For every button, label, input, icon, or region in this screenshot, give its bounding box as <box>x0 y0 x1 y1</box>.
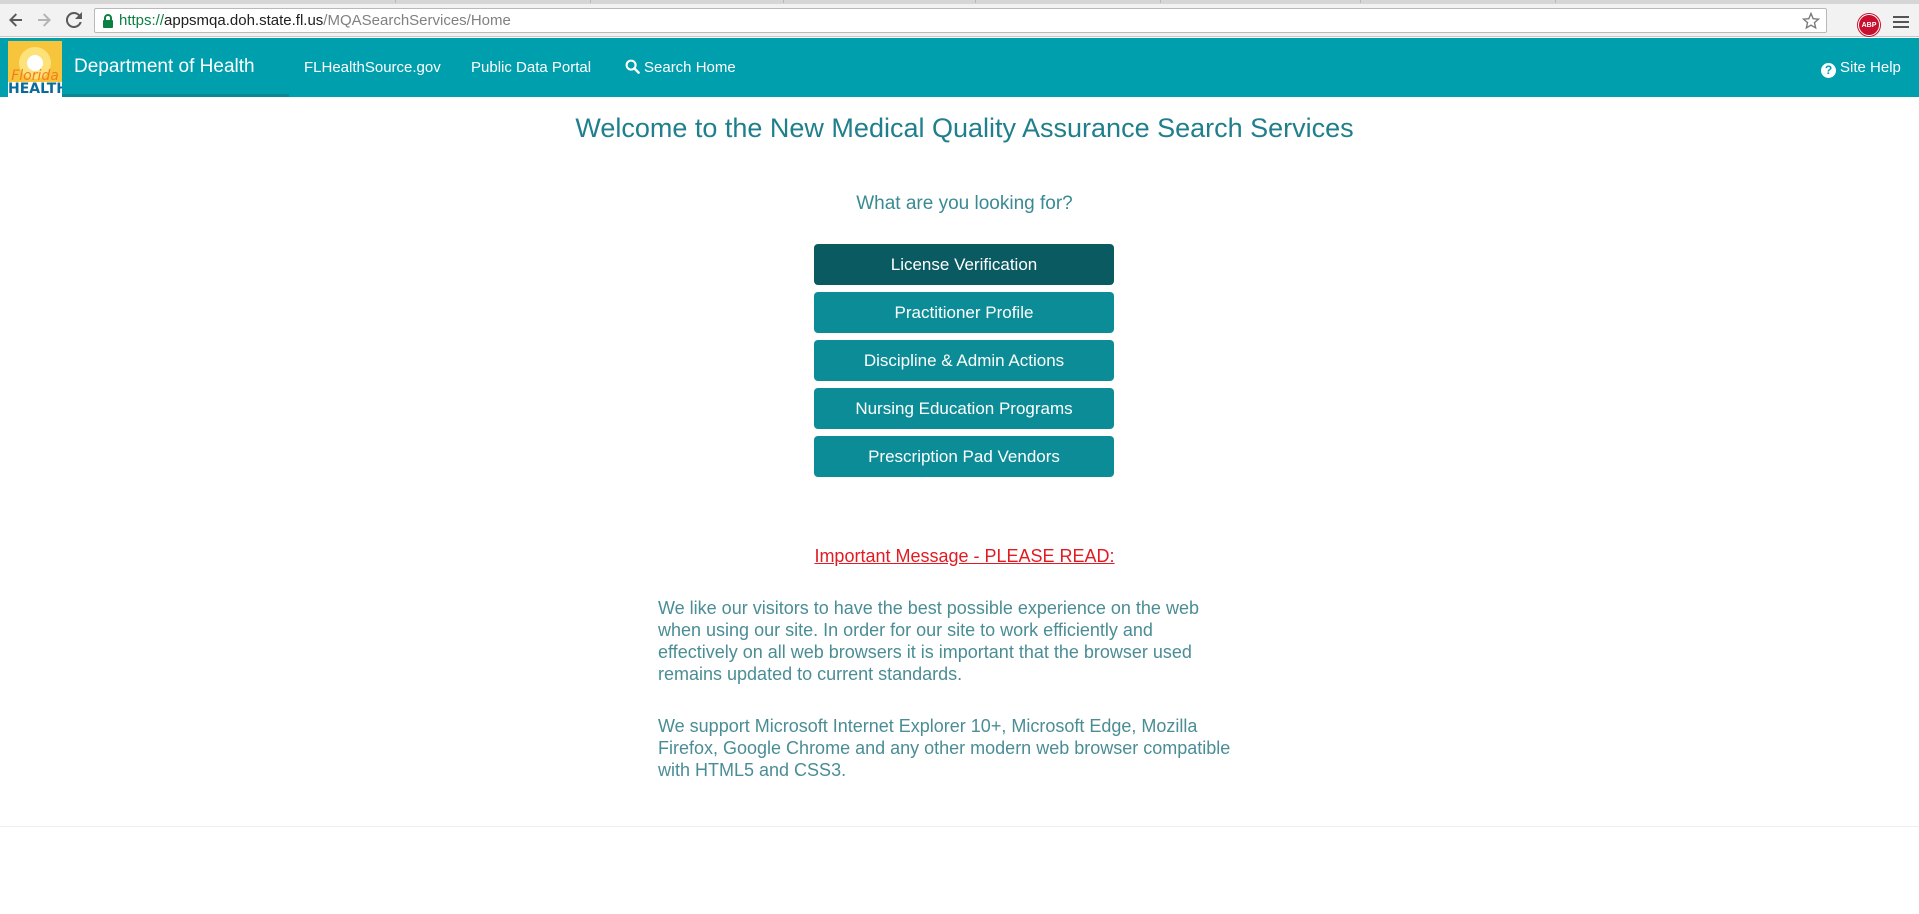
reload-icon <box>66 12 82 28</box>
url-path: /MQASearchServices/Home <box>323 12 511 29</box>
url-host: appsmqa.doh.state.fl.us <box>164 12 324 29</box>
site-help-link[interactable]: ? Site Help <box>1821 59 1901 78</box>
site-help-label: Site Help <box>1840 59 1901 76</box>
tab-divider <box>590 0 591 3</box>
reload-button[interactable] <box>62 8 86 32</box>
tab-divider <box>975 0 976 3</box>
search-icon <box>625 59 640 74</box>
footer-divider <box>0 826 1919 827</box>
browser-menu-icon[interactable] <box>1893 16 1909 30</box>
url-protocol: https:// <box>119 12 165 29</box>
brand-title[interactable]: Department of Health <box>74 56 255 78</box>
brand-underline <box>62 94 289 97</box>
tab-divider <box>783 0 784 3</box>
nav-link-flhealthsource[interactable]: FLHealthSource.gov <box>304 59 441 77</box>
nav-link-search-home[interactable]: Search Home <box>625 59 736 77</box>
practitioner-profile-button[interactable]: Practitioner Profile <box>814 292 1114 333</box>
adblock-icon[interactable]: ABP <box>1858 14 1880 36</box>
tab-divider <box>1360 0 1361 3</box>
logo-health-text: HEALTH <box>8 81 62 97</box>
prescription-pad-vendors-button[interactable]: Prescription Pad Vendors <box>814 436 1114 477</box>
florida-health-logo[interactable]: Florida HEALTH <box>8 41 62 97</box>
back-button[interactable] <box>4 8 28 32</box>
browser-support-paragraph: We support Microsoft Internet Explorer 1… <box>658 716 1231 780</box>
important-message-link[interactable]: Important Message - PLEASE READ: <box>0 545 1919 567</box>
nursing-education-programs-button[interactable]: Nursing Education Programs <box>814 388 1114 429</box>
url-text: https://appsmqa.doh.state.fl.us/MQASearc… <box>119 12 511 30</box>
lock-icon <box>103 14 113 28</box>
bookmark-star-icon[interactable] <box>1802 12 1820 30</box>
back-arrow-icon <box>9 13 22 27</box>
tab-divider <box>1555 0 1556 3</box>
tab-divider <box>395 0 396 3</box>
tab-divider <box>1160 0 1161 3</box>
license-verification-button[interactable]: License Verification <box>814 244 1114 285</box>
nav-link-public-data-portal[interactable]: Public Data Portal <box>471 59 591 77</box>
address-bar[interactable]: https://appsmqa.doh.state.fl.us/MQASearc… <box>94 8 1827 33</box>
forward-arrow-icon <box>38 13 51 27</box>
page-title: Welcome to the New Medical Quality Assur… <box>575 113 1354 143</box>
forward-button[interactable] <box>32 8 56 32</box>
browser-notice-paragraph: We like our visitors to have the best po… <box>658 598 1199 684</box>
page-subtitle: What are you looking for? <box>856 193 1073 214</box>
search-home-label: Search Home <box>644 59 736 76</box>
help-icon: ? <box>1821 62 1836 78</box>
discipline-admin-actions-button[interactable]: Discipline & Admin Actions <box>814 340 1114 381</box>
site-navbar: Florida HEALTH Department of Health FLHe… <box>0 38 1919 97</box>
browser-toolbar: https://appsmqa.doh.state.fl.us/MQASearc… <box>0 4 1919 37</box>
